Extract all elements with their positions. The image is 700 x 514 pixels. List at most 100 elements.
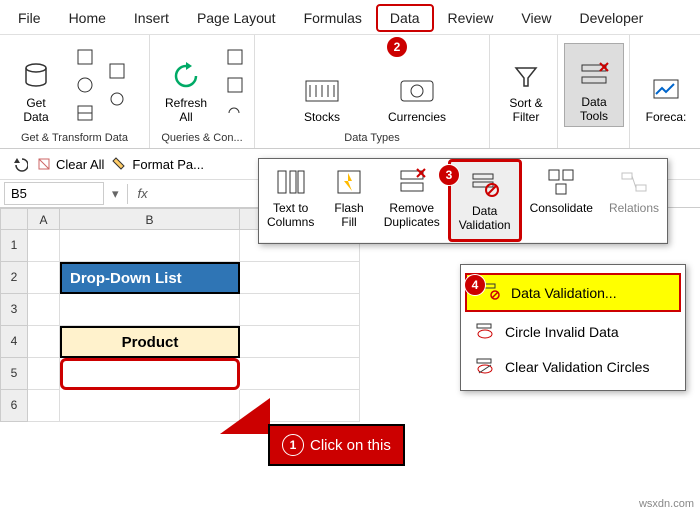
get-data-button[interactable]: Get Data <box>6 43 66 127</box>
database-icon <box>18 58 54 94</box>
cell-c3[interactable] <box>240 294 360 326</box>
currencies-label: Currencies <box>388 110 446 124</box>
menu-data-validation[interactable]: Data Validation... <box>465 273 681 312</box>
select-all-corner[interactable] <box>0 208 28 230</box>
relationships-button[interactable]: Relations <box>601 159 667 242</box>
menu-clear-circles[interactable]: Clear Validation Circles <box>461 349 685 384</box>
sort-filter-icon <box>508 58 544 94</box>
remove-duplicates-icon <box>395 165 429 199</box>
clear-all-label: Clear All <box>56 157 104 172</box>
forecast-button[interactable]: Foreca: <box>636 43 696 127</box>
undo-button[interactable] <box>10 155 28 173</box>
tab-formulas[interactable]: Formulas <box>290 4 376 32</box>
cell-a1[interactable] <box>28 230 60 262</box>
queries-connections-icon[interactable] <box>222 44 248 70</box>
cell-b4[interactable]: Product <box>60 326 240 358</box>
refresh-icon <box>168 58 204 94</box>
cell-a6[interactable] <box>28 390 60 422</box>
recent-sources-icon[interactable] <box>104 58 130 84</box>
tab-home[interactable]: Home <box>55 4 120 32</box>
sort-filter-button[interactable]: Sort & Filter <box>496 43 556 127</box>
menu-data-validation-label: Data Validation... <box>511 285 617 301</box>
cell-b5[interactable] <box>60 358 240 390</box>
get-data-label: Get Data <box>23 96 48 125</box>
group-data-types-label: Data Types <box>261 130 483 146</box>
stocks-icon <box>304 72 340 108</box>
from-text-icon[interactable] <box>72 44 98 70</box>
annotation-badge-4: 4 <box>464 274 486 296</box>
name-box[interactable] <box>4 182 104 205</box>
remove-duplicates-button[interactable]: Remove Duplicates <box>376 159 448 242</box>
fx-icon[interactable]: fx <box>132 186 154 201</box>
consolidate-icon <box>544 165 578 199</box>
annotation-badge-3: 3 <box>438 164 460 186</box>
consolidate-button[interactable]: Consolidate <box>522 159 601 242</box>
cell-c4[interactable] <box>240 326 360 358</box>
watermark: wsxdn.com <box>639 498 694 510</box>
text-to-columns-icon <box>274 165 308 199</box>
tab-view[interactable]: View <box>507 4 565 32</box>
tab-developer[interactable]: Developer <box>566 4 658 32</box>
relationships-icon <box>617 165 651 199</box>
dropdown-icon[interactable]: ▾ <box>108 186 123 202</box>
callout-text: Click on this <box>310 437 391 454</box>
format-painter-button[interactable]: Format Pa... <box>112 156 204 172</box>
refresh-all-button[interactable]: Refresh All <box>156 43 216 127</box>
refresh-all-label: Refresh All <box>165 96 207 125</box>
row-header-3[interactable]: 3 <box>0 294 28 326</box>
tab-file[interactable]: File <box>4 4 55 32</box>
col-header-b[interactable]: B <box>60 208 240 230</box>
forecast-icon <box>648 72 684 108</box>
menu-bar: File Home Insert Page Layout Formulas Da… <box>0 0 700 35</box>
flash-fill-button[interactable]: Flash Fill <box>322 159 375 242</box>
tab-insert[interactable]: Insert <box>120 4 183 32</box>
tab-data[interactable]: Data <box>376 4 434 32</box>
from-web-icon[interactable] <box>72 72 98 98</box>
data-tools-button[interactable]: Data Tools <box>564 43 624 127</box>
row-header-6[interactable]: 6 <box>0 390 28 422</box>
callout-pointer <box>220 398 270 434</box>
data-tools-flyout: Text to Columns Flash Fill Remove Duplic… <box>258 158 668 244</box>
data-validation-icon <box>468 168 502 202</box>
callout-box: 1 Click on this <box>268 424 405 466</box>
circle-invalid-icon <box>475 320 495 343</box>
cell-c5[interactable] <box>240 358 360 390</box>
cell-b2[interactable]: Drop-Down List <box>60 262 240 294</box>
cell-a4[interactable] <box>28 326 60 358</box>
existing-connections-icon[interactable] <box>104 86 130 112</box>
stocks-button[interactable]: Stocks <box>292 43 352 127</box>
cell-a2[interactable] <box>28 262 60 294</box>
forecast-label: Foreca: <box>646 110 687 124</box>
edit-links-icon[interactable] <box>222 100 248 126</box>
text-to-columns-button[interactable]: Text to Columns <box>259 159 322 242</box>
data-tools-label: Data Tools <box>580 95 608 124</box>
annotation-badge-1: 1 <box>282 434 304 456</box>
cell-a5[interactable] <box>28 358 60 390</box>
data-tools-icon <box>576 57 612 93</box>
row-header-5[interactable]: 5 <box>0 358 28 390</box>
menu-circle-invalid-label: Circle Invalid Data <box>505 324 619 340</box>
currencies-icon <box>399 72 435 108</box>
menu-clear-circles-label: Clear Validation Circles <box>505 359 649 375</box>
clear-all-button[interactable]: Clear All <box>36 156 104 172</box>
row-header-2[interactable]: 2 <box>0 262 28 294</box>
stocks-label: Stocks <box>304 110 340 124</box>
tab-page-layout[interactable]: Page Layout <box>183 4 290 32</box>
properties-icon[interactable] <box>222 72 248 98</box>
flash-fill-icon <box>332 165 366 199</box>
row-header-4[interactable]: 4 <box>0 326 28 358</box>
tab-review[interactable]: Review <box>434 4 508 32</box>
col-header-a[interactable]: A <box>28 208 60 230</box>
from-table-icon[interactable] <box>72 100 98 126</box>
annotation-badge-2: 2 <box>386 36 408 58</box>
cell-b1[interactable] <box>60 230 240 262</box>
menu-circle-invalid[interactable]: Circle Invalid Data <box>461 314 685 349</box>
format-painter-label: Format Pa... <box>132 157 204 172</box>
cell-b3[interactable] <box>60 294 240 326</box>
clear-circles-icon <box>475 355 495 378</box>
cell-b6[interactable] <box>60 390 240 422</box>
cell-c2[interactable] <box>240 262 360 294</box>
group-queries-label: Queries & Con... <box>156 130 248 146</box>
cell-a3[interactable] <box>28 294 60 326</box>
row-header-1[interactable]: 1 <box>0 230 28 262</box>
